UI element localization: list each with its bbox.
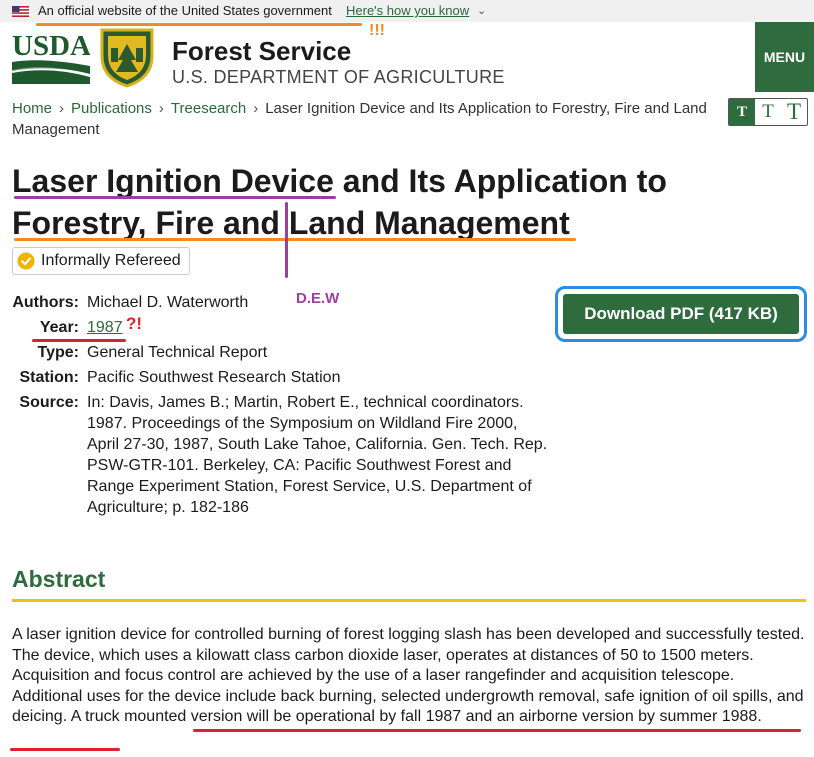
how-you-know-link[interactable]: Here's how you know bbox=[346, 0, 469, 22]
page-title: Laser Ignition Device and Its Applicatio… bbox=[12, 163, 667, 241]
download-highlight: Download PDF (417 KB) bbox=[555, 286, 807, 342]
station-row: Station: Pacific Southwest Research Stat… bbox=[12, 367, 552, 388]
authors-value: Michael D. Waterworth bbox=[87, 294, 249, 311]
publication-metadata: Authors: Michael D. Waterworth Year: 198… bbox=[12, 292, 552, 522]
us-flag-icon bbox=[12, 6, 29, 17]
year-link[interactable]: 1987 bbox=[87, 317, 552, 338]
text-size-large-button[interactable]: T bbox=[781, 99, 807, 125]
source-label: Source: bbox=[19, 394, 79, 411]
site-subtitle: U.S. DEPARTMENT OF AGRICULTURE bbox=[172, 67, 505, 87]
type-row: Type: General Technical Report bbox=[12, 342, 552, 363]
text-size-medium-button[interactable]: T bbox=[755, 99, 781, 125]
authors-label: Authors: bbox=[12, 294, 79, 311]
usda-logo-text: USDA bbox=[12, 30, 90, 62]
breadcrumb-treesearch[interactable]: Treesearch bbox=[171, 100, 246, 117]
annotation-underline-summer-1988 bbox=[10, 748, 120, 751]
breadcrumb: Home › Publications › Treesearch › Laser Ignit… bbox=[12, 98, 722, 140]
download-pdf-button[interactable]: Download PDF (417 KB) bbox=[563, 294, 799, 334]
menu-button[interactable]: MENU bbox=[755, 22, 814, 92]
abstract-text: A laser ignition device for controlled b… bbox=[12, 626, 805, 725]
source-value: In: Davis, James B.; Martin, Robert E., … bbox=[87, 394, 548, 516]
forest-service-shield-icon bbox=[100, 28, 154, 88]
year-label: Year: bbox=[39, 319, 79, 336]
usda-logo[interactable]: USDA bbox=[12, 30, 90, 84]
breadcrumb-home[interactable]: Home bbox=[12, 100, 52, 117]
gov-banner-text: An official website of the United States… bbox=[38, 3, 332, 18]
chevron-down-icon[interactable]: ⌄ bbox=[477, 0, 486, 22]
abstract-divider bbox=[12, 599, 806, 602]
breadcrumb-publications[interactable]: Publications bbox=[71, 100, 152, 117]
gov-banner: An official website of the United States… bbox=[0, 0, 814, 22]
annotation-underline-truck-sentence bbox=[193, 729, 801, 732]
refereed-badge: Informally Refereed bbox=[12, 247, 190, 275]
site-title[interactable]: Forest Service bbox=[172, 36, 351, 67]
breadcrumb-separator: › bbox=[59, 100, 65, 117]
check-badge-icon bbox=[17, 252, 35, 270]
text-size-small-button[interactable]: T bbox=[729, 99, 755, 125]
abstract-heading: Abstract bbox=[12, 566, 106, 592]
type-value: General Technical Report bbox=[87, 344, 268, 361]
breadcrumb-separator: › bbox=[158, 100, 164, 117]
text-size-control: T T T bbox=[728, 98, 808, 126]
station-value: Pacific Southwest Research Station bbox=[87, 369, 341, 386]
authors-row: Authors: Michael D. Waterworth bbox=[12, 292, 552, 313]
station-label: Station: bbox=[19, 369, 79, 386]
type-label: Type: bbox=[37, 344, 79, 361]
source-row: Source: In: Davis, James B.; Martin, Rob… bbox=[12, 392, 552, 518]
badge-label: Informally Refereed bbox=[41, 252, 181, 269]
breadcrumb-separator: › bbox=[253, 100, 259, 117]
year-row: Year: 1987 bbox=[12, 317, 552, 338]
site-header: USDA Forest Service U.S. DEPARTMENT OF A… bbox=[0, 22, 814, 92]
